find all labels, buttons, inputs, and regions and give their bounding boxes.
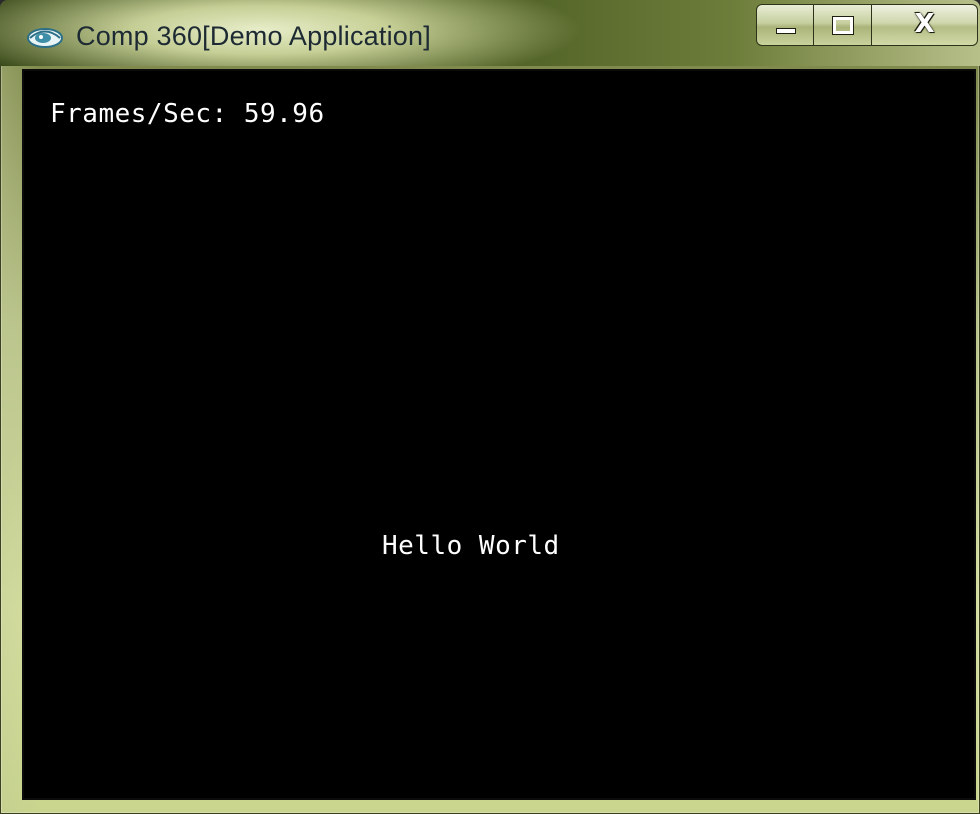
render-canvas[interactable]: Frames/Sec: 59.96 Hello World (22, 69, 976, 800)
close-button[interactable]: X (872, 4, 978, 46)
window-title: Comp 360[Demo Application] (76, 21, 431, 51)
window-controls: X (756, 4, 978, 46)
maximize-icon (832, 16, 854, 35)
close-icon: X (914, 9, 935, 39)
eye-logo-icon[interactable] (26, 27, 64, 49)
application-window: Comp 360[Demo Application] X Frames/Sec:… (0, 0, 980, 814)
title-bar[interactable]: Comp 360[Demo Application] X (0, 0, 980, 66)
maximize-button[interactable] (814, 4, 872, 46)
minimize-icon (776, 28, 796, 34)
minimize-button[interactable] (756, 4, 814, 46)
hello-world-text: Hello World (382, 531, 560, 561)
fps-counter: Frames/Sec: 59.96 (50, 99, 325, 129)
